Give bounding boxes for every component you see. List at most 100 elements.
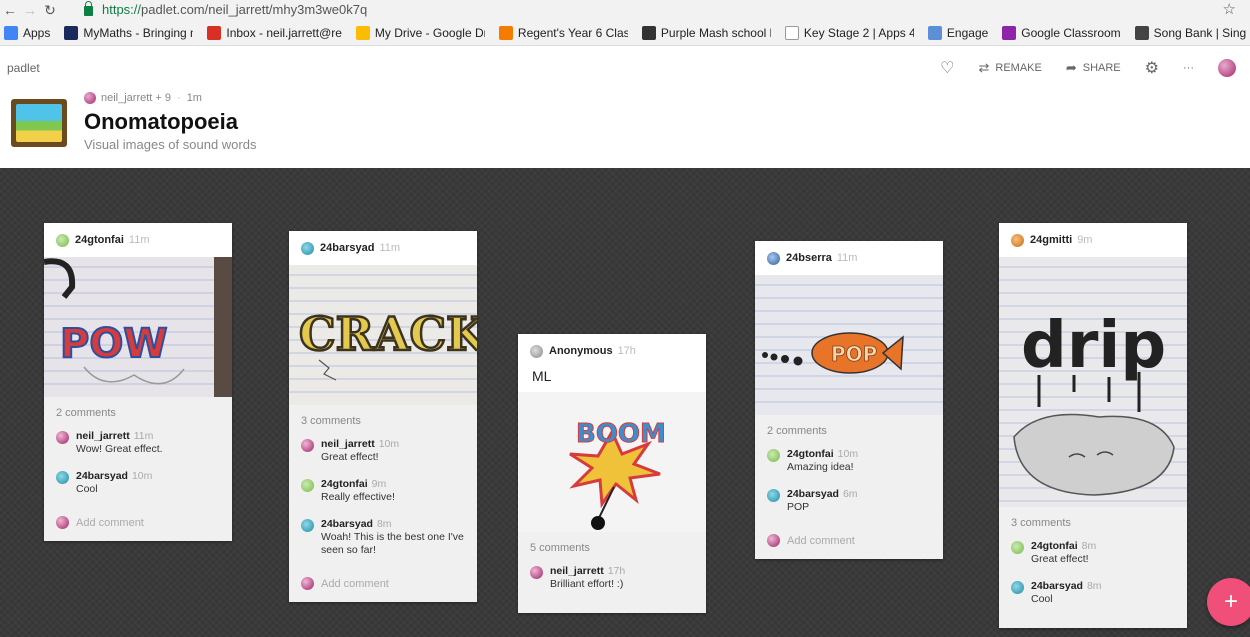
add-comment-field[interactable]: Add comment — [56, 510, 220, 533]
post-image-crack[interactable]: CRACK — [289, 265, 477, 405]
svg-text:drip: drip — [1021, 309, 1166, 383]
add-comment-field[interactable]: Add comment — [767, 528, 931, 551]
browser-address-bar: ← → ↻ https://padlet.com/neil_jarrett/mh… — [0, 0, 1250, 20]
add-comment-placeholder: Add comment — [321, 577, 389, 590]
post-header: 24gmitti 9m — [999, 223, 1187, 257]
bookmark-label: Regent's Year 6 Class — [517, 25, 628, 40]
gmail-icon — [207, 25, 222, 40]
forward-arrow-icon[interactable]: → — [20, 2, 40, 18]
blogger-icon — [498, 25, 513, 40]
bookmark-item[interactable]: My Drive - Google Dr — [355, 25, 485, 40]
bookmark-label: Purple Mash school lo — [660, 25, 771, 40]
add-comment-field[interactable]: Add comment — [301, 571, 465, 594]
commenter-name[interactable]: 24barsyad — [787, 488, 839, 500]
comment-time: 10m — [131, 470, 153, 482]
commenter-avatar — [767, 489, 780, 502]
commenter-name[interactable]: 24barsyad — [76, 470, 128, 482]
commenter-name[interactable]: neil_jarrett — [550, 565, 604, 577]
comment-text: POP — [787, 501, 810, 513]
commenter-name[interactable]: neil_jarrett — [76, 430, 130, 442]
commenter-name[interactable]: 24gtonfai — [321, 478, 368, 490]
my-avatar — [301, 577, 314, 590]
post-image-pop[interactable]: POP — [755, 275, 943, 415]
post-header: 24gtonfai 11m — [44, 223, 232, 257]
back-arrow-icon[interactable]: ← — [0, 2, 20, 18]
reload-icon[interactable]: ↻ — [40, 2, 60, 19]
page-title: Onomatopoeia — [84, 109, 239, 134]
commenter-name[interactable]: 24gtonfai — [1031, 540, 1078, 552]
comment: neil_jarrett 10m Great effect! — [301, 438, 465, 464]
post-author[interactable]: 24gtonfai — [75, 234, 124, 246]
comment-count[interactable]: 2 comments — [767, 425, 931, 437]
bookmark-item[interactable]: Song Bank | Sing Up — [1134, 25, 1250, 40]
post-card[interactable]: Anonymous 17h ML BOOM 5 comments neil_ja… — [518, 334, 706, 613]
comment: neil_jarrett 11m Wow! Great effect. — [56, 430, 220, 456]
more-options-icon[interactable]: ··· — [1183, 62, 1194, 74]
post-title: ML — [532, 368, 552, 384]
comment-text: Brilliant effort! :) — [550, 578, 624, 590]
lock-icon — [84, 0, 93, 16]
padlet-logo[interactable]: padlet — [7, 61, 40, 75]
commenter-name[interactable]: neil_jarrett — [321, 438, 375, 450]
comment-count[interactable]: 5 comments — [530, 542, 694, 554]
bookmark-item[interactable]: Purple Mash school lo — [641, 25, 771, 40]
post-image-drip[interactable]: drip — [999, 257, 1187, 507]
post-time: 11m — [379, 242, 401, 254]
comment-text: Cool — [1031, 593, 1053, 605]
post-author[interactable]: 24gmitti — [1030, 234, 1072, 246]
avatar — [1218, 59, 1236, 77]
bookmark-star-icon[interactable]: ☆ — [1223, 0, 1236, 18]
comment-time: 6m — [842, 488, 858, 500]
add-comment-placeholder: Add comment — [787, 534, 855, 547]
comment-count[interactable]: 3 comments — [1011, 517, 1175, 529]
post-card[interactable]: 24barsyad 11m CRACK 3 comments neil_jarr… — [289, 231, 477, 602]
comment-time: 10m — [378, 438, 400, 450]
post-header: Anonymous 17h — [518, 334, 706, 368]
page-icon — [784, 25, 799, 40]
post-card[interactable]: 24gmitti 9m drip 3 comments 24gtonfai 8m … — [999, 223, 1187, 628]
remake-button[interactable]: ⇄ REMAKE — [978, 60, 1041, 76]
bookmark-item[interactable]: Engage — [927, 25, 988, 40]
share-label: SHARE — [1082, 62, 1121, 74]
bookmark-item[interactable]: Regent's Year 6 Class — [498, 25, 628, 40]
commenter-name[interactable]: 24gtonfai — [787, 448, 834, 460]
post-image-boom[interactable]: BOOM — [518, 392, 706, 532]
bookmark-item[interactable]: Key Stage 2 | Apps 4 l — [784, 25, 914, 40]
comment-count[interactable]: 3 comments — [301, 415, 465, 427]
share-button[interactable]: ➦ SHARE — [1066, 60, 1121, 76]
bookmark-item[interactable]: Google Classroom — [1002, 25, 1121, 40]
post-time: 11m — [128, 234, 150, 246]
bookmark-item[interactable]: Inbox - neil.jarrett@re — [207, 25, 342, 40]
commenter-name[interactable]: 24barsyad — [321, 518, 373, 530]
comment-time: 8m — [1081, 540, 1097, 552]
user-avatar — [1011, 233, 1024, 247]
comment: 24barsyad 6m POP — [767, 488, 931, 514]
post-author[interactable]: Anonymous — [549, 345, 613, 357]
post-author[interactable]: 24barsyad — [320, 242, 374, 254]
bookmark-label: Inbox - neil.jarrett@re — [226, 25, 342, 40]
add-post-button[interactable]: + — [1207, 578, 1250, 626]
settings-gear-icon[interactable]: ⚙ — [1145, 58, 1159, 78]
post-image-pow[interactable]: POW — [44, 257, 232, 397]
mymaths-icon — [64, 25, 79, 40]
commenter-avatar — [56, 471, 69, 484]
post-card[interactable]: 24bserra 11m POP 2 comments 24gtonfai 10m… — [755, 241, 943, 559]
post-card[interactable]: 24gtonfai 11m POW 2 comments neil_jarret… — [44, 223, 232, 541]
user-avatar — [301, 241, 314, 255]
account-avatar[interactable] — [1218, 59, 1236, 77]
commenter-name[interactable]: 24barsyad — [1031, 580, 1083, 592]
padlet-wall: 24gtonfai 11m POW 2 comments neil_jarret… — [0, 168, 1250, 637]
bookmark-item[interactable]: Apps — [4, 25, 50, 40]
url-field[interactable]: https://padlet.com/neil_jarrett/mhy3m3we… — [84, 0, 367, 19]
bookmarks-bar: Apps MyMaths - Bringing m Inbox - neil.jar… — [0, 20, 1250, 46]
comment-time: 8m — [1086, 580, 1102, 592]
comment: neil_jarrett 17h Brilliant effort! :) — [530, 565, 694, 591]
commenter-avatar — [301, 479, 314, 492]
user-avatar — [56, 233, 69, 247]
heart-icon[interactable]: ♡ — [940, 58, 954, 78]
comment: 24gtonfai 9m Really effective! — [301, 478, 465, 504]
bookmark-label: Key Stage 2 | Apps 4 l — [803, 25, 914, 40]
bookmark-item[interactable]: MyMaths - Bringing m — [64, 25, 193, 40]
comment-count[interactable]: 2 comments — [56, 407, 220, 419]
post-author[interactable]: 24bserra — [786, 252, 832, 264]
